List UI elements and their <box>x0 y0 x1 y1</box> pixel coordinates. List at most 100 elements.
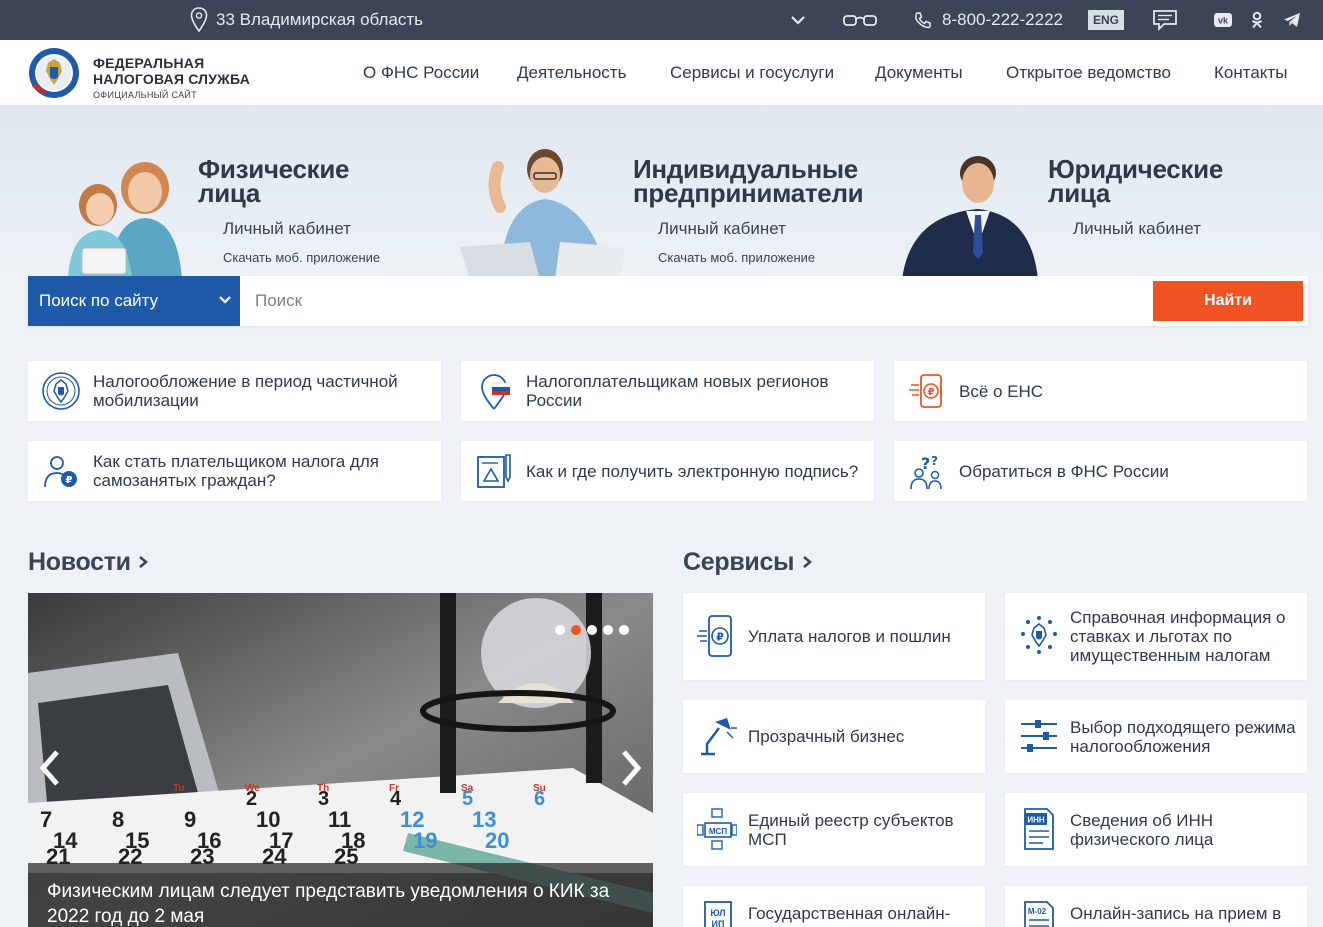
m02-document-icon: М-02 <box>1019 900 1059 927</box>
glasses-icon[interactable] <box>842 0 878 40</box>
chevron-down-icon[interactable] <box>790 0 806 40</box>
service-label: Уплата налогов и пошлин <box>748 627 951 646</box>
search-scope-label: Поиск по сайту <box>39 291 159 310</box>
m02-badge: М-02 <box>1028 907 1047 916</box>
slider-dot[interactable] <box>555 625 565 635</box>
hero-banner: Физические лица Личный кабинет Скачать м… <box>0 105 1323 280</box>
fns-logo-icon[interactable] <box>28 47 80 99</box>
vk-icon[interactable]: vk <box>1214 0 1232 40</box>
logo-title-line1: ФЕДЕРАЛЬНАЯ <box>93 55 205 71</box>
service-label: Сведения об ИНН физического лица <box>1070 810 1214 849</box>
site-search: Поиск по сайту Найти <box>28 276 1308 326</box>
slider-dot-active[interactable] <box>571 625 581 635</box>
chat-icon[interactable] <box>1152 0 1178 40</box>
individuals-title-line2[interactable]: лица <box>198 180 260 206</box>
language-switch[interactable]: ENG <box>1088 0 1125 40</box>
calendar-number: 20 <box>485 828 509 853</box>
slider-dots <box>555 625 629 635</box>
slider-dot[interactable] <box>587 625 597 635</box>
question-person-icon: ?? <box>907 451 947 491</box>
sliders-icon <box>1019 714 1059 758</box>
ruble-phone-icon: ₽ <box>697 614 737 658</box>
search-button[interactable]: Найти <box>1153 281 1303 321</box>
service-msp-registry[interactable]: МСП Единый реестр субъектов МСП <box>683 793 985 866</box>
news-caption[interactable]: Физическим лицам следует представить уве… <box>28 863 653 927</box>
nav-documents[interactable]: Документы <box>875 40 963 105</box>
calendar-number: 6 <box>534 788 545 810</box>
nav-services[interactable]: Сервисы и госуслуги <box>670 40 834 105</box>
search-scope-select[interactable]: Поиск по сайту <box>28 276 240 326</box>
news-heading-label: Новости <box>28 548 131 576</box>
calendar-number: Tu <box>173 783 184 794</box>
service-label: Справочная информация о ставках и льгота… <box>1070 608 1286 665</box>
nav-about[interactable]: О ФНС России <box>363 40 479 105</box>
entrepreneurs-cabinet-link[interactable]: Личный кабинет <box>658 219 786 239</box>
search-input[interactable] <box>240 276 1150 326</box>
chevron-down-icon <box>219 296 231 304</box>
nav-open-agency[interactable]: Открытое ведомство <box>1006 40 1171 105</box>
entrepreneurs-app-link[interactable]: Скачать моб. приложение <box>658 250 815 265</box>
quick-link-ens[interactable]: ₽ Всё о ЕНС <box>894 361 1307 421</box>
logo-subtitle: ОФИЦИАЛЬНЫЙ САЙТ <box>93 90 197 100</box>
slider-prev-icon[interactable] <box>37 748 63 793</box>
site-header: ФЕДЕРАЛЬНАЯ НАЛОГОВАЯ СЛУЖБА ОФИЦИАЛЬНЫЙ… <box>0 40 1323 105</box>
quick-link-self-employed[interactable]: ₽ Как стать плательщиком налога для само… <box>28 441 441 501</box>
news-heading[interactable]: Новости <box>28 548 149 577</box>
desk-lamp-icon <box>697 714 737 758</box>
service-label: Единый реестр субъектов МСП <box>748 810 954 849</box>
service-online-appointment[interactable]: М-02 Онлайн-запись на прием в <box>1005 886 1307 927</box>
emblem-icon <box>41 371 81 411</box>
quick-link-label: Как стать плательщиком налога для самоза… <box>93 452 379 490</box>
calendar-number: 8 <box>112 807 124 832</box>
legal-title-line2[interactable]: лица <box>1048 180 1110 206</box>
quick-link-mobilization[interactable]: Налогообложение в период частичной мобил… <box>28 361 441 421</box>
quick-link-new-regions[interactable]: Налогоплательщикам новых регионов России <box>461 361 874 421</box>
svg-text:₽: ₽ <box>66 475 73 486</box>
phone-icon <box>914 0 932 40</box>
service-label: Выбор подходящего режима налогообложения <box>1070 717 1296 756</box>
calendar-number: 9 <box>184 807 196 832</box>
calendar-number: 19 <box>413 828 437 853</box>
individuals-app-link[interactable]: Скачать моб. приложение <box>223 250 380 265</box>
self-employed-icon: ₽ <box>41 451 81 491</box>
service-label: Прозрачный бизнес <box>748 727 905 746</box>
svg-text:₽: ₽ <box>716 631 724 644</box>
nav-activity[interactable]: Деятельность <box>517 40 626 105</box>
services-heading-label: Сервисы <box>683 548 795 576</box>
quick-link-label: Налогоплательщикам новых регионов России <box>526 372 829 410</box>
chevron-right-icon <box>139 556 149 568</box>
map-pin-flag-icon <box>474 371 514 411</box>
slider-dot[interactable] <box>619 625 629 635</box>
location-pin-icon[interactable] <box>190 0 208 40</box>
ul-badge: ЮЛ <box>710 908 725 918</box>
ip-badge: ИП <box>712 919 725 927</box>
entrepreneurs-title-line2[interactable]: предприниматели <box>633 180 864 206</box>
quick-link-label: Как и где получить электронную подпись? <box>526 461 859 481</box>
service-transparent-business[interactable]: Прозрачный бизнес <box>683 700 985 773</box>
service-tax-regime-choice[interactable]: Выбор подходящего режима налогообложения <box>1005 700 1307 773</box>
service-state-online-registration[interactable]: ЮЛ ИП Государственная онлайн- <box>683 886 985 927</box>
service-label: Онлайн-запись на прием в <box>1070 904 1282 923</box>
slider-dot[interactable] <box>603 625 613 635</box>
logo-title-line2: НАЛОГОВАЯ СЛУЖБА <box>93 71 251 87</box>
hotline-phone[interactable]: 8-800-222-2222 <box>942 0 1063 40</box>
quick-link-label: Налогообложение в период частичной мобил… <box>93 372 398 410</box>
services-heading[interactable]: Сервисы <box>683 548 813 577</box>
e-signature-icon <box>474 451 514 491</box>
nav-contacts[interactable]: Контакты <box>1214 40 1287 105</box>
region-selector[interactable]: 33 Владимирская область <box>216 0 423 40</box>
language-label: ENG <box>1088 10 1125 30</box>
individuals-cabinet-link[interactable]: Личный кабинет <box>223 219 351 239</box>
quick-link-contact-fns[interactable]: ?? Обратиться в ФНС России <box>894 441 1307 501</box>
ok-icon[interactable] <box>1250 0 1264 40</box>
service-inn-info[interactable]: ИНН Сведения об ИНН физического лица <box>1005 793 1307 866</box>
slider-next-icon[interactable] <box>618 748 644 793</box>
service-tax-payment[interactable]: ₽ Уплата налогов и пошлин <box>683 593 985 680</box>
quick-link-label: Обратиться в ФНС России <box>959 461 1169 481</box>
ul-ip-icon: ЮЛ ИП <box>697 900 737 927</box>
legal-cabinet-link[interactable]: Личный кабинет <box>1073 219 1201 239</box>
telegram-icon[interactable] <box>1283 0 1301 40</box>
service-property-tax-info[interactable]: Справочная информация о ставках и льгота… <box>1005 593 1307 680</box>
quick-link-e-signature[interactable]: Как и где получить электронную подпись? <box>461 441 874 501</box>
news-slider[interactable]: Tu We Th Fr Sa Su 2 3 4 5 6 7 8 9 10 11 12 13 14 15 16 17 18 19… <box>28 593 653 927</box>
